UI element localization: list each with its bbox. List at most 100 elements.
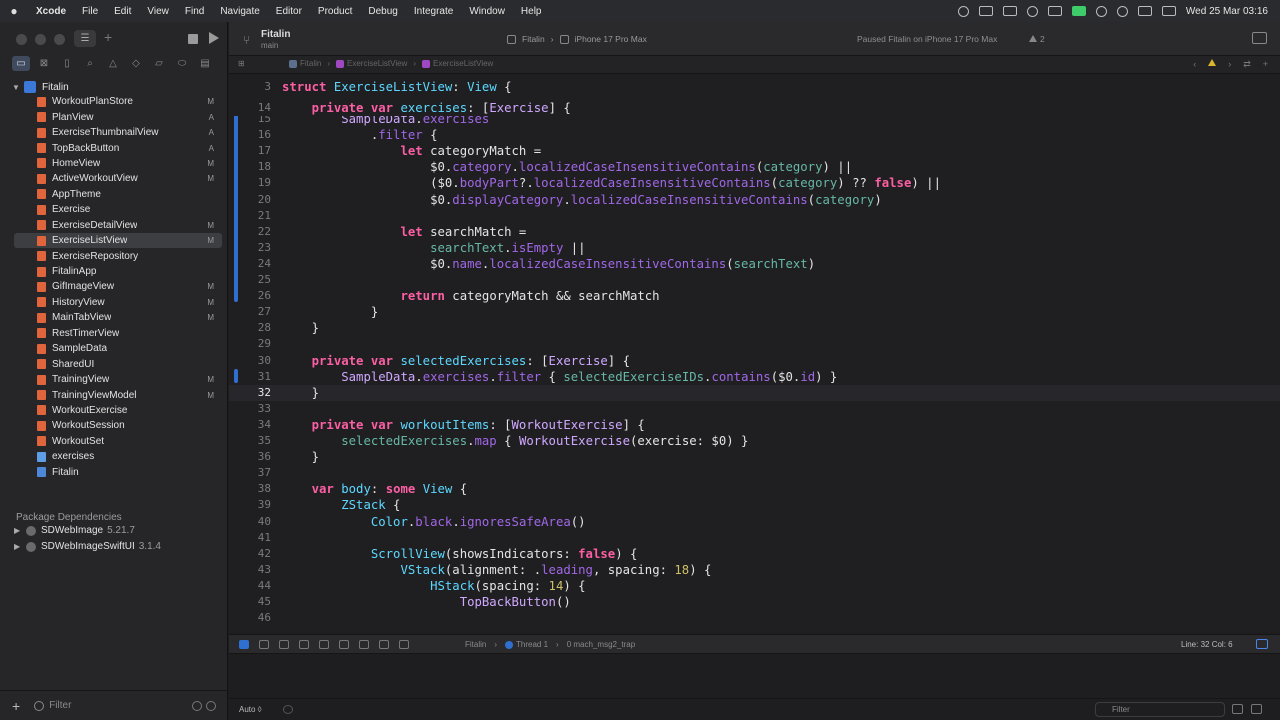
code-line[interactable]: 16 .filter { xyxy=(229,127,1280,143)
code-line[interactable]: 25 xyxy=(229,272,1280,288)
chevron-down-icon[interactable]: ▼ xyxy=(12,83,24,92)
add-file-icon[interactable]: + xyxy=(12,698,20,714)
menu-debug[interactable]: Debug xyxy=(360,6,405,17)
breakpoints-toggle-icon[interactable] xyxy=(239,640,249,649)
code-line[interactable]: 31 SampleData.exercises.filter { selecte… xyxy=(229,369,1280,385)
menu-view[interactable]: View xyxy=(139,6,177,17)
code-line[interactable]: 37 xyxy=(229,465,1280,481)
run-button[interactable] xyxy=(209,32,219,44)
file-item[interactable]: exercises xyxy=(14,449,222,464)
file-item[interactable]: ExerciseDetailView M xyxy=(14,218,222,233)
debug-frame[interactable]: 0 mach_msg2_trap xyxy=(567,640,635,649)
folder-navigator-icon[interactable]: ▭ xyxy=(12,56,30,71)
code-line[interactable]: 45 TopBackButton() xyxy=(229,594,1280,610)
source-change-bar[interactable] xyxy=(234,111,238,303)
file-item[interactable]: AppTheme xyxy=(14,187,222,202)
quick-look-icon[interactable] xyxy=(283,705,293,714)
line-number[interactable]: 3 xyxy=(229,79,271,95)
file-item[interactable]: ExerciseListView M xyxy=(14,232,222,249)
file-item[interactable]: SharedUI xyxy=(14,356,222,371)
line-number[interactable]: 32 xyxy=(229,385,271,401)
battery-icon[interactable] xyxy=(1137,6,1152,16)
file-item[interactable]: HistoryView M xyxy=(14,295,222,310)
menu-navigate[interactable]: Navigate xyxy=(212,6,267,17)
show-variables-icon[interactable] xyxy=(1232,704,1243,714)
file-item[interactable]: TrainingViewModel M xyxy=(14,387,222,402)
file-item[interactable]: PlanView A xyxy=(14,109,222,124)
code-line[interactable]: 32 } xyxy=(229,384,1280,401)
source-editor[interactable]: 3 struct ExerciseListView: View { 14 priva… xyxy=(229,75,1280,631)
code-line[interactable]: 3 struct ExerciseListView: View { xyxy=(229,79,1280,95)
file-item[interactable]: WorkoutExercise xyxy=(14,403,222,418)
minimize-window-button[interactable] xyxy=(35,34,46,45)
view-hierarchy-icon[interactable] xyxy=(339,640,349,649)
file-item[interactable]: FitalinApp xyxy=(14,264,222,279)
line-number[interactable]: 45 xyxy=(229,594,271,610)
file-item[interactable]: Fitalin xyxy=(14,465,222,480)
breadcrumb-project[interactable]: Fitalin xyxy=(289,59,321,68)
code-line[interactable]: 22 let searchMatch = xyxy=(229,224,1280,240)
wifi-icon[interactable] xyxy=(1116,5,1128,17)
code-line[interactable]: 38 var body: some View { xyxy=(229,481,1280,497)
file-item[interactable]: ActiveWorkoutView M xyxy=(14,171,222,186)
file-item[interactable]: ExerciseThumbnailView A xyxy=(14,125,222,140)
play-icon[interactable] xyxy=(1095,5,1107,17)
adjust-editor-icon[interactable]: ⇄ xyxy=(1243,59,1251,70)
zoom-window-button[interactable] xyxy=(54,34,65,45)
control-center-icon[interactable] xyxy=(1161,6,1176,16)
line-number[interactable]: 39 xyxy=(229,497,271,513)
pen-icon[interactable] xyxy=(1002,6,1017,16)
breadcrumb-symbol[interactable]: ExerciseListView xyxy=(422,59,493,68)
destination-name[interactable]: iPhone 17 Pro Max xyxy=(575,34,647,44)
debug-area-toggle-icon[interactable] xyxy=(1256,639,1268,649)
add-icon[interactable]: + xyxy=(104,29,112,45)
variables-view-selector[interactable]: Auto ◊ xyxy=(239,705,262,714)
report-navigator-icon[interactable]: ▤ xyxy=(196,56,214,71)
code-line[interactable]: 27 } xyxy=(229,304,1280,320)
line-number[interactable]: 28 xyxy=(229,320,271,336)
related-items-icon[interactable]: ⊞ xyxy=(238,59,245,68)
bookmark-navigator-icon[interactable]: ▯ xyxy=(58,56,76,71)
breadcrumb-file[interactable]: ExerciseListView xyxy=(336,59,407,68)
line-number[interactable]: 38 xyxy=(229,481,271,497)
code-line[interactable]: 23 searchText.isEmpty || xyxy=(229,240,1280,256)
code-line[interactable]: 18 $0.category.localizedCaseInsensitiveC… xyxy=(229,159,1280,175)
debug-thread[interactable]: Thread 1 xyxy=(505,640,548,649)
menu-app[interactable]: Xcode xyxy=(28,6,74,17)
code-line[interactable]: 36 } xyxy=(229,449,1280,465)
line-number[interactable]: 14 xyxy=(229,100,271,116)
navigator-filter-input[interactable]: Filter xyxy=(49,700,71,711)
code-line[interactable]: 46 xyxy=(229,610,1280,626)
line-number[interactable]: 27 xyxy=(229,304,271,320)
line-number[interactable]: 33 xyxy=(229,401,271,417)
app-badge-icon[interactable] xyxy=(1047,6,1062,16)
show-console-icon[interactable] xyxy=(1251,704,1262,714)
code-line[interactable]: 34 private var workoutItems: [WorkoutExe… xyxy=(229,417,1280,433)
package-item[interactable]: ▶ SDWebImage 5.21.7 xyxy=(14,525,135,536)
file-item[interactable]: WorkoutPlanStore M xyxy=(14,94,222,109)
menu-integrate[interactable]: Integrate xyxy=(406,6,461,17)
code-line[interactable]: 19 ($0.bodyPart?.localizedCaseInsensitiv… xyxy=(229,175,1280,191)
line-number[interactable]: 37 xyxy=(229,465,271,481)
code-line[interactable]: 29 xyxy=(229,336,1280,352)
step-out-icon[interactable] xyxy=(319,640,329,649)
source-control-navigator-icon[interactable]: ⊠ xyxy=(35,56,53,71)
code-line[interactable]: 43 VStack(alignment: .leading, spacing: … xyxy=(229,562,1280,578)
code-line[interactable]: 33 xyxy=(229,401,1280,417)
line-number[interactable]: 36 xyxy=(229,449,271,465)
test-navigator-icon[interactable]: ◇ xyxy=(127,56,145,71)
code-line[interactable]: 30 private var selectedExercises: [Exerc… xyxy=(229,353,1280,369)
toolbar-project-title[interactable]: Fitalin xyxy=(261,29,290,40)
scm-filter-icon[interactable] xyxy=(206,700,216,711)
package-item[interactable]: ▶ SDWebImageSwiftUI 3.1.4 xyxy=(14,541,161,552)
line-number[interactable]: 35 xyxy=(229,433,271,449)
file-item[interactable]: HomeView M xyxy=(14,156,222,171)
code-line[interactable]: 14 private var exercises: [Exercise] { xyxy=(229,100,1280,116)
code-line[interactable]: 17 let categoryMatch = xyxy=(229,143,1280,159)
chevron-right-icon[interactable]: › xyxy=(1228,59,1231,70)
file-item[interactable]: Exercise xyxy=(14,202,222,217)
inspector-toggle-icon[interactable] xyxy=(1252,32,1267,44)
chevron-right-icon[interactable]: ▶ xyxy=(14,542,26,551)
step-over-icon[interactable] xyxy=(279,640,289,649)
camera-icon[interactable] xyxy=(1071,6,1086,16)
